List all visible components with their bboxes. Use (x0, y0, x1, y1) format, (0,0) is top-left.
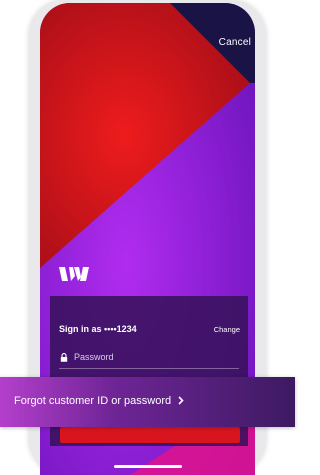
password-field[interactable] (74, 349, 234, 365)
forgot-link-label: Forgot customer ID or password (14, 395, 172, 407)
forgot-banner[interactable]: Forgot customer ID or password (0, 377, 295, 427)
chevron-right-icon (178, 395, 184, 405)
password-underline (59, 368, 239, 369)
cancel-button[interactable]: Cancel (219, 37, 251, 48)
signin-label: Sign in as (59, 324, 102, 334)
sign-in-button[interactable] (60, 427, 240, 443)
forgot-link[interactable]: Forgot customer ID or password (14, 395, 184, 407)
westpac-w-logo-icon (59, 267, 89, 281)
lock-icon (60, 353, 68, 362)
home-indicator (114, 465, 182, 468)
signin-text: Sign in as ••••1234 (59, 324, 137, 334)
change-customer-button[interactable]: Change (214, 325, 240, 334)
masked-customer-id: ••••1234 (104, 324, 137, 334)
